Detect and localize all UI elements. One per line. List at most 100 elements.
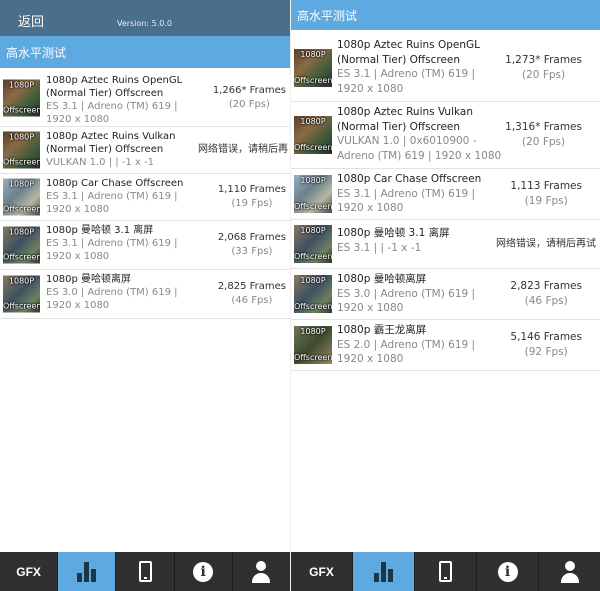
tab-info[interactable]: i [476,552,538,591]
test-list: 1080P Offscreen 1080p Aztec Ruins OpenGL… [291,35,600,371]
trex-thumbnail: 1080P Offscreen [294,326,332,364]
test-result: 1,273* Frames (20 Fps) [505,53,582,83]
fps-value: (19 Fps) [524,195,568,207]
tab-results[interactable] [57,552,116,591]
phone-icon [439,561,452,582]
tab-device[interactable] [414,552,476,591]
test-resolution: 1920 x 1080 [337,202,404,214]
fps-value: (20 Fps) [522,136,566,148]
fps-value: (92 Fps) [524,346,568,358]
test-title-line2: (Normal Tier) Offscreen [337,53,461,66]
test-title: 1080p 曼哈顿 3.1 离屏 [46,225,154,236]
aztec-thumbnail: 1080P Offscreen [294,116,332,154]
bottom-tab-bar: GFX i [0,552,291,591]
list-item[interactable]: 1080P Offscreen 1080p Aztec Ruins Vulkan… [0,127,290,174]
section-header: 高水平测试 [291,0,600,30]
test-api-info: ES 2.0 | Adreno (TM) 619 | [337,338,476,351]
thumb-mode-label: Offscreen [3,252,40,262]
list-item[interactable]: 1080P Offscreen 1080p 曼哈顿离屏 ES 3.0 | Adr… [291,269,600,320]
test-api-info: ES 3.1 | Adreno (TM) 619 | [46,238,178,249]
list-item[interactable]: 1080P Offscreen 1080p Car Chase Offscree… [0,174,290,221]
test-api-info: ES 3.0 | Adreno (TM) 619 | [337,287,476,300]
test-result: 网络错误，请稍后再 [198,143,288,157]
test-title: 1080p 曼哈顿离屏 [337,273,427,285]
thumb-resolution-label: 1080P [300,327,326,336]
test-title: 1080p 曼哈顿 3.1 离屏 [337,227,450,239]
frames-value: 2,068 Frames [217,232,286,243]
test-result: 1,113 Frames (19 Fps) [510,179,582,209]
list-item[interactable]: 1080P Offscreen 1080p Aztec Ruins OpenGL… [291,35,600,102]
frames-value: 1,273* Frames [505,54,582,66]
tab-results[interactable] [352,552,414,591]
tab-gfx[interactable]: GFX [0,552,58,591]
version-label: Version: 5.0.0 [116,19,172,28]
error-message: 网络错误，请稍后再 [198,144,288,155]
bottom-tab-bar: GFX i [291,552,600,591]
test-resolution: 1920 x 1080 [46,251,110,262]
frames-value: 1,110 Frames [217,184,286,195]
tab-user[interactable] [538,552,600,591]
thumb-mode-label: Offscreen [294,302,332,311]
fps-value: (46 Fps) [524,295,568,307]
info-icon: i [193,561,214,582]
test-title: 1080p Car Chase Offscreen [46,178,184,189]
test-result: 1,266* Frames (20 Fps) [213,84,286,112]
gfx-label: GFX [16,564,41,579]
app-bar: 返回 Version: 5.0.0 [0,0,290,36]
aztec-thumbnail: 1080P Offscreen [3,79,40,117]
thumb-resolution-label: 1080P [300,226,326,235]
frames-value: 1,316* Frames [505,121,582,133]
frames-value: 2,825 Frames [217,281,286,292]
list-item[interactable]: 1080P Offscreen 1080p 曼哈顿 3.1 离屏 ES 3.1 … [291,220,600,269]
test-result: 5,146 Frames (92 Fps) [510,330,582,360]
thumb-resolution-label: 1080P [300,117,326,126]
thumb-mode-label: Offscreen [294,143,332,152]
thumb-mode-label: Offscreen [3,157,40,167]
test-title-line1: 1080p Aztec Ruins Vulkan [337,106,473,118]
manhattan-thumbnail: 1080P Offscreen [294,275,332,313]
thumb-mode-label: Offscreen [3,204,40,214]
frames-value: 2,823 Frames [510,280,582,292]
tab-device[interactable] [115,552,174,591]
test-result: 网络错误，请稍后再试 [496,237,596,252]
test-result: 1,110 Frames (19 Fps) [218,183,286,211]
tab-user[interactable] [231,552,291,591]
left-screen: 返回 Version: 5.0.0 高水平测试 1080P Offscreen … [0,0,291,591]
test-title: 1080p 霸王龙离屏 [337,324,427,336]
test-title: 1080p Car Chase Offscreen [337,173,482,185]
list-item[interactable]: 1080P Offscreen 1080p 霸王龙离屏 ES 2.0 | Adr… [291,320,600,371]
test-api-info: VULKAN 1.0 | | -1 x -1 [46,157,155,168]
test-resolution: 1920 x 1080 [46,204,110,215]
thumb-resolution-label: 1080P [8,132,35,142]
test-resolution: 1920 x 1080 [46,300,110,311]
frames-value: 1,266* Frames [212,85,286,96]
thumb-resolution-label: 1080P [8,276,35,286]
test-result: 1,316* Frames (20 Fps) [505,120,582,150]
back-button[interactable]: 返回 [18,11,44,30]
test-result: 2,068 Frames (33 Fps) [218,231,286,259]
user-icon [560,560,580,583]
fps-value: (20 Fps) [522,69,566,81]
thumb-resolution-label: 1080P [300,276,326,285]
manhattan-thumbnail: 1080P Offscreen [3,275,40,313]
manhattan-thumbnail: 1080P Offscreen [294,225,332,263]
tab-gfx[interactable]: GFX [291,552,352,591]
tab-info[interactable]: i [173,552,232,591]
fps-value: (19 Fps) [231,198,273,209]
list-item[interactable]: 1080P Offscreen 1080p Car Chase Offscree… [291,169,600,220]
frames-value: 5,146 Frames [510,331,582,343]
test-api-info: ES 3.1 | | -1 x -1 [337,241,422,254]
test-api-info: ES 3.1 | Adreno (TM) 619 | [337,68,476,80]
test-resolution: 1920 x 1080 [337,82,404,95]
list-item[interactable]: 1080P Offscreen 1080p Aztec Ruins OpenGL… [0,70,290,127]
list-item[interactable]: 1080P Offscreen 1080p 曼哈顿 3.1 离屏 ES 3.1 … [0,221,290,270]
thumb-mode-label: Offscreen [3,301,40,311]
test-resolution: 1920 x 1080 [337,302,404,314]
gfx-label: GFX [309,564,334,579]
manhattan-thumbnail: 1080P Offscreen [3,226,40,264]
right-screen: 高水平测试 1080P Offscreen 1080p Aztec Ruins … [291,0,600,591]
list-item[interactable]: 1080P Offscreen 1080p Aztec Ruins Vulkan… [291,102,600,169]
section-header: 高水平测试 [0,36,290,68]
list-item[interactable]: 1080P Offscreen 1080p 曼哈顿离屏 ES 3.0 | Adr… [0,270,290,319]
frames-value: 1,113 Frames [510,180,582,192]
